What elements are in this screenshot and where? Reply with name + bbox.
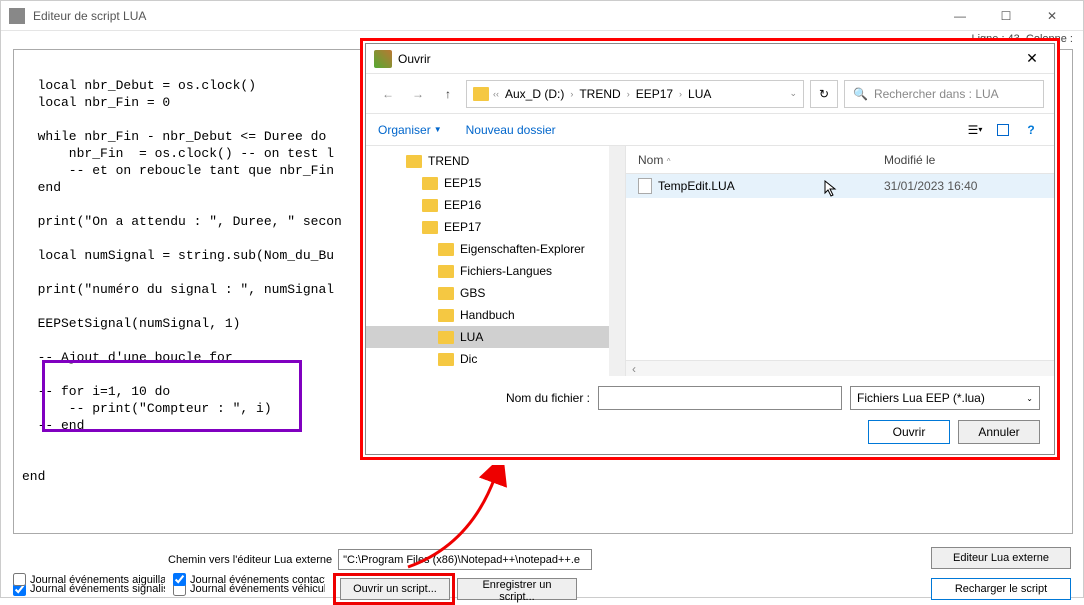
external-editor-button[interactable]: Editeur Lua externe — [931, 547, 1071, 569]
dialog-icon — [374, 50, 392, 68]
dialog-toolbar: Organiser▼ Nouveau dossier ☰ ▾ ? — [366, 114, 1054, 146]
chevron-down-icon: ▼ — [434, 125, 442, 134]
annotation-arrow — [400, 465, 520, 575]
col-modified[interactable]: Modifié le — [884, 153, 1054, 167]
nav-bar: ← → ↑ ‹‹ Aux_D (D:) › TREND › EEP17 › LU… — [366, 74, 1054, 114]
folder-icon — [473, 87, 489, 101]
tree-label: Fichiers-Langues — [460, 264, 552, 278]
view-mode-button[interactable]: ☰ ▾ — [964, 119, 986, 141]
search-input[interactable]: 🔍 Rechercher dans : LUA — [844, 80, 1044, 108]
open-script-button[interactable]: Ouvrir un script... — [340, 578, 450, 600]
folder-icon — [438, 243, 454, 256]
file-name: TempEdit.LUA — [658, 179, 735, 193]
tree-item[interactable]: Eigenschaften-Explorer — [366, 238, 625, 260]
horizontal-scrollbar[interactable]: ‹ — [626, 360, 1054, 376]
log-contacts-checkbox[interactable] — [173, 573, 186, 586]
log-switches-checkbox[interactable] — [13, 573, 26, 586]
save-script-button[interactable]: Enregistrer un script... — [457, 578, 577, 600]
breadcrumb-seg-0[interactable]: Aux_D (D:) — [501, 87, 568, 101]
window-title: Editeur de script LUA — [33, 9, 937, 23]
dialog-footer: Nom du fichier : Fichiers Lua EEP (*.lua… — [366, 376, 1054, 454]
folder-icon — [406, 155, 422, 168]
tree-item[interactable]: Fichiers-Langues — [366, 260, 625, 282]
tree-label: Handbuch — [460, 308, 515, 322]
reload-script-button[interactable]: Recharger le script — [931, 578, 1071, 600]
new-folder-button[interactable]: Nouveau dossier — [466, 123, 556, 137]
organize-menu[interactable]: Organiser▼ — [378, 123, 442, 137]
tree-label: EEP16 — [444, 198, 481, 212]
breadcrumb-seg-1[interactable]: TREND — [575, 87, 624, 101]
preview-pane-button[interactable] — [992, 119, 1014, 141]
nav-up-button[interactable]: ↑ — [436, 82, 460, 106]
dialog-close-button[interactable]: ✕ — [1018, 45, 1046, 73]
tree-scrollbar[interactable] — [609, 146, 625, 376]
filename-input[interactable] — [598, 386, 842, 410]
col-name[interactable]: Nom ^ — [626, 153, 884, 167]
log-contacts-label: Journal événements contacts — [190, 574, 325, 586]
breadcrumb-seg-2[interactable]: EEP17 — [632, 87, 677, 101]
search-icon: 🔍 — [853, 87, 868, 101]
file-row[interactable]: TempEdit.LUA 31/01/2023 16:40 — [626, 174, 1054, 198]
folder-icon — [438, 287, 454, 300]
nav-back-button[interactable]: ← — [376, 82, 400, 106]
tree-item[interactable]: EEP15 — [366, 172, 625, 194]
folder-icon — [438, 353, 454, 366]
nav-forward-button[interactable]: → — [406, 82, 430, 106]
dialog-titlebar: Ouvrir ✕ — [366, 44, 1054, 74]
tree-label: LUA — [460, 330, 483, 344]
tree-label: EEP15 — [444, 176, 481, 190]
refresh-button[interactable]: ↻ — [810, 80, 838, 108]
folder-icon — [438, 331, 454, 344]
dialog-open-button[interactable]: Ouvrir — [868, 420, 950, 444]
dialog-title: Ouvrir — [398, 52, 1018, 66]
folder-icon — [422, 221, 438, 234]
breadcrumb-seg-3[interactable]: LUA — [684, 87, 715, 101]
chevron-right-icon: › — [627, 89, 630, 99]
tree-label: Eigenschaften-Explorer — [460, 242, 585, 256]
tree-item[interactable]: Dic — [366, 348, 625, 370]
tree-label: GBS — [460, 286, 485, 300]
main-titlebar: Editeur de script LUA — ☐ ✕ — [1, 1, 1083, 31]
folder-icon — [422, 199, 438, 212]
folder-icon — [422, 177, 438, 190]
tree-label: EEP17 — [444, 220, 481, 234]
open-dialog-highlight: Ouvrir ✕ ← → ↑ ‹‹ Aux_D (D:) › TREND › E… — [360, 38, 1060, 460]
filetype-filter[interactable]: Fichiers Lua EEP (*.lua)⌄ — [850, 386, 1040, 410]
tree-label: Dic — [460, 352, 477, 366]
maximize-button[interactable]: ☐ — [983, 1, 1029, 31]
folder-icon — [438, 309, 454, 322]
search-placeholder: Rechercher dans : LUA — [874, 87, 999, 101]
log-switches-label: Journal événements aiguillag — [30, 574, 165, 586]
help-button[interactable]: ? — [1020, 119, 1042, 141]
minimize-button[interactable]: — — [937, 1, 983, 31]
tree-item[interactable]: EEP17 — [366, 216, 625, 238]
dialog-cancel-button[interactable]: Annuler — [958, 420, 1040, 444]
app-icon — [9, 8, 25, 24]
tree-item[interactable]: EEP16 — [366, 194, 625, 216]
tree-label: TREND — [428, 154, 469, 168]
tree-item[interactable]: GBS — [366, 282, 625, 304]
external-editor-label: Chemin vers l'éditeur Lua externe — [168, 554, 332, 566]
tree-item[interactable]: Handbuch — [366, 304, 625, 326]
purple-highlight — [42, 360, 302, 432]
filename-label: Nom du fichier : — [380, 391, 590, 405]
cursor-icon — [824, 180, 838, 198]
chevron-right-icon: › — [679, 89, 682, 99]
tree-item[interactable]: TREND — [366, 150, 625, 172]
file-icon — [638, 178, 652, 194]
tree-item[interactable]: LUA — [366, 326, 625, 348]
chevron-down-icon: ⌄ — [1026, 394, 1033, 403]
list-header: Nom ^ Modifié le — [626, 146, 1054, 174]
close-button[interactable]: ✕ — [1029, 1, 1075, 31]
chevron-right-icon: › — [570, 89, 573, 99]
folder-icon — [438, 265, 454, 278]
breadcrumb[interactable]: ‹‹ Aux_D (D:) › TREND › EEP17 › LUA ⌄ — [466, 80, 804, 108]
open-dialog: Ouvrir ✕ ← → ↑ ‹‹ Aux_D (D:) › TREND › E… — [365, 43, 1055, 455]
breadcrumb-chevron: ‹‹ — [493, 89, 499, 99]
folder-tree[interactable]: TREND EEP15 EEP16 EEP17 Eigenschaften-Explor… — [366, 146, 626, 376]
file-list: Nom ^ Modifié le TempEdit.LUA 31/01/2023… — [626, 146, 1054, 376]
chevron-down-icon[interactable]: ⌄ — [789, 88, 797, 99]
bottom-panel: Chemin vers l'éditeur Lua externe Editeu… — [13, 549, 1071, 589]
file-modified: 31/01/2023 16:40 — [884, 179, 1054, 193]
